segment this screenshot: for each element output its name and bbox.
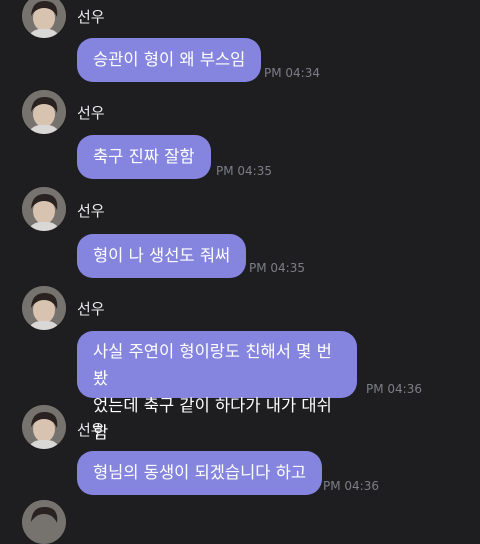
sender-avatar[interactable] xyxy=(22,500,66,544)
message-bubble[interactable]: 승관이 형이 왜 부스임 xyxy=(77,38,262,82)
message-bubble[interactable]: 형님의 동생이 되겠습니다 하고 xyxy=(77,451,323,495)
message-timestamp: PM 04:35 xyxy=(249,261,305,275)
message-timestamp: PM 04:34 xyxy=(264,66,320,80)
sender-name: 선우 xyxy=(77,8,105,26)
message-timestamp: PM 04:35 xyxy=(216,164,272,178)
sender-avatar[interactable] xyxy=(22,0,66,38)
sender-avatar[interactable] xyxy=(22,286,66,330)
sender-name: 선우 xyxy=(77,300,105,318)
sender-avatar[interactable] xyxy=(22,90,66,134)
message-bubble[interactable]: 사실 주연이 형이랑도 친해서 몇 번 봤 었는데 축구 같이 하다가 내가 대… xyxy=(77,331,357,442)
message-bubble[interactable]: 축구 진짜 잘함 xyxy=(77,135,211,179)
sender-avatar[interactable] xyxy=(22,187,66,231)
chat-message-list[interactable]: 선우 승관이 형이 왜 부스임 PM 04:34 선우 축구 진짜 잘함 PM … xyxy=(0,0,480,544)
message-timestamp: PM 04:36 xyxy=(323,479,379,493)
sender-name: 선우 xyxy=(77,104,105,122)
sender-avatar[interactable] xyxy=(22,405,66,449)
message-timestamp: PM 04:36 xyxy=(366,382,422,396)
sender-name: 선우 xyxy=(77,421,105,439)
sender-name: 선우 xyxy=(77,202,105,220)
message-bubble[interactable]: 형이 나 생선도 줘써 xyxy=(77,234,247,278)
